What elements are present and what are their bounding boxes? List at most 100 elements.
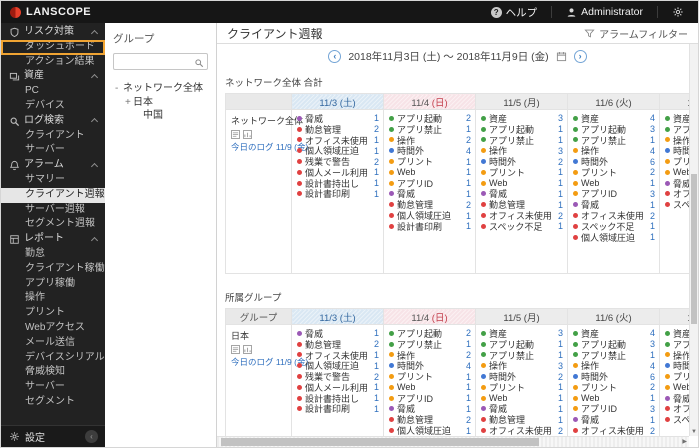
sidebar-item[interactable]: サーバー週報: [1, 203, 105, 218]
alarm-item[interactable]: プリント 1: [481, 167, 563, 178]
today-log-link[interactable]: 今日のログ 11/9 (金): [231, 356, 308, 368]
sidebar-item[interactable]: サーバー: [1, 380, 105, 395]
alarm-count: 1: [373, 328, 379, 339]
alarm-count: 4: [465, 145, 471, 156]
sidebar-item[interactable]: 脅威検知: [1, 365, 105, 380]
alarm-dot-icon: [665, 363, 670, 369]
tree-node[interactable]: + 日本: [105, 96, 216, 110]
log-list-icon[interactable]: [231, 345, 240, 354]
alarm-count: 2: [557, 425, 563, 436]
alarm-dot-icon: [665, 341, 670, 347]
next-week-button[interactable]: ›: [573, 50, 587, 63]
alarm-count: 2: [373, 371, 379, 382]
user-menu-button[interactable]: Administrator: [552, 1, 657, 23]
alarm-item[interactable]: プリント: [665, 156, 691, 167]
alarm-dot-icon: [297, 148, 302, 154]
sidebar-section-label: リスク対策: [24, 26, 74, 37]
tree-node[interactable]: 中国: [105, 109, 216, 123]
help-button[interactable]: ? ヘルプ: [477, 1, 552, 23]
column-header: 11/7 (水): [659, 93, 691, 110]
alarm-count: 4: [649, 328, 655, 339]
sidebar-item[interactable]: 勤怠: [1, 247, 105, 262]
sidebar-item[interactable]: プリント: [1, 306, 105, 321]
alarm-item[interactable]: プリント 1: [481, 382, 563, 393]
alarm-count: 1: [557, 199, 563, 210]
sidebar-item[interactable]: サーバー: [1, 143, 105, 158]
alarm-item[interactable]: スペック不足: [665, 199, 691, 210]
sidebar-item-label: アクション結果: [25, 55, 95, 67]
sidebar-item[interactable]: デバイス: [1, 99, 105, 114]
calendar-icon[interactable]: [556, 51, 567, 62]
sidebar-item[interactable]: アプリ稼働: [1, 277, 105, 292]
chart-icon[interactable]: [243, 130, 252, 139]
tree-node[interactable]: - ネットワーク全体: [105, 82, 216, 96]
chart-icon[interactable]: [243, 345, 252, 354]
log-list-icon[interactable]: [231, 130, 240, 139]
alarm-item-label: プリント: [581, 382, 618, 393]
sidebar-item[interactable]: 操作: [1, 291, 105, 306]
alarm-dot-icon: [573, 363, 578, 369]
today-log-link[interactable]: 今日のログ 11/9 (金): [231, 141, 308, 153]
alarm-item[interactable]: 設計書印刷 1: [389, 221, 471, 232]
sidebar-item[interactable]: サマリー: [1, 173, 105, 188]
alarm-item[interactable]: スペック不足 1: [481, 221, 563, 232]
alarm-dot-icon: [573, 191, 578, 197]
sidebar-item[interactable]: デバイスシリアル: [1, 351, 105, 366]
alarm-count: 1: [465, 188, 471, 199]
sidebar-item-settings[interactable]: 設定 ‹: [1, 425, 105, 447]
row-label: 日本: [231, 331, 250, 341]
sidebar-item[interactable]: セグメント: [1, 395, 105, 410]
alarm-item[interactable]: スペック不足: [665, 414, 691, 425]
alarm-item[interactable]: 設計書印刷 1: [297, 189, 379, 199]
scroll-down-arrow-icon[interactable]: ▼: [690, 429, 698, 435]
column-header: 11/3 (土): [291, 308, 384, 325]
alarm-filter-button[interactable]: アラームフィルター: [584, 26, 688, 41]
alarm-count: 6: [649, 371, 655, 382]
sidebar-section[interactable]: ログ検索: [1, 114, 105, 129]
alarm-item[interactable]: プリント 1: [389, 371, 471, 382]
horizontal-scrollbar-thumb[interactable]: [221, 438, 539, 446]
alarm-item[interactable]: プリント 1: [389, 156, 471, 167]
report-content: ネットワーク全体 合計 11/3 (土) 11/4 (日) 11/5 (月) 11/6…: [217, 69, 691, 438]
sidebar-section[interactable]: 資産: [1, 69, 105, 84]
alarm-dot-icon: [297, 180, 302, 186]
sidebar-item[interactable]: セグメント週報: [1, 217, 105, 232]
sidebar-item[interactable]: クライアント: [1, 129, 105, 144]
sidebar-item[interactable]: PC: [1, 84, 105, 99]
console-settings-button[interactable]: [658, 1, 698, 23]
alarm-count: 3: [649, 403, 655, 414]
collapse-sidebar-button[interactable]: ‹: [85, 430, 98, 443]
alarm-dot-icon: [481, 213, 486, 219]
sidebar-item[interactable]: アクション結果: [1, 55, 105, 70]
sidebar-item[interactable]: クライアント週報: [1, 187, 105, 203]
section-title: 所属グループ: [225, 293, 282, 304]
sidebar-section-label: ログ検索: [24, 114, 64, 126]
sidebar-item[interactable]: ダッシュボード: [1, 39, 105, 55]
alarm-dot-icon: [665, 395, 670, 401]
sidebar-item[interactable]: Webアクセス: [1, 321, 105, 336]
alarm-item[interactable]: 設計書印刷 1: [297, 404, 379, 414]
alarm-item[interactable]: プリント 2: [573, 382, 655, 393]
alarm-item[interactable]: 個人領域圧迫 1: [573, 232, 655, 243]
vertical-scrollbar: ▼: [689, 44, 698, 436]
alarm-count: 2: [649, 210, 655, 221]
sidebar-item[interactable]: クライアント稼働: [1, 262, 105, 277]
alarm-dot-icon: [389, 223, 394, 229]
sidebar-section[interactable]: アラーム: [1, 158, 105, 173]
scroll-right-arrow-icon[interactable]: ▶: [682, 438, 687, 447]
alarm-item[interactable]: プリント: [665, 371, 691, 382]
sidebar-item[interactable]: メール送信: [1, 336, 105, 351]
alarm-count: 2: [465, 349, 471, 360]
sidebar-item-label: デバイスシリアル: [25, 351, 105, 363]
sidebar-item-label: 操作: [25, 292, 45, 304]
sidebar-section-label: 資産: [24, 70, 44, 82]
prev-week-button[interactable]: ‹: [328, 50, 342, 63]
sidebar-item-label: ダッシュボード: [25, 40, 95, 52]
alarm-item[interactable]: プリント 2: [573, 167, 655, 178]
sidebar-section[interactable]: リスク対策: [1, 25, 105, 40]
sidebar-section[interactable]: レポート: [1, 232, 105, 247]
group-panel-title: グループ: [113, 33, 155, 45]
vertical-scrollbar-thumb[interactable]: [691, 174, 697, 324]
alarm-dot-icon: [389, 363, 394, 369]
alarm-count: 1: [557, 393, 563, 404]
